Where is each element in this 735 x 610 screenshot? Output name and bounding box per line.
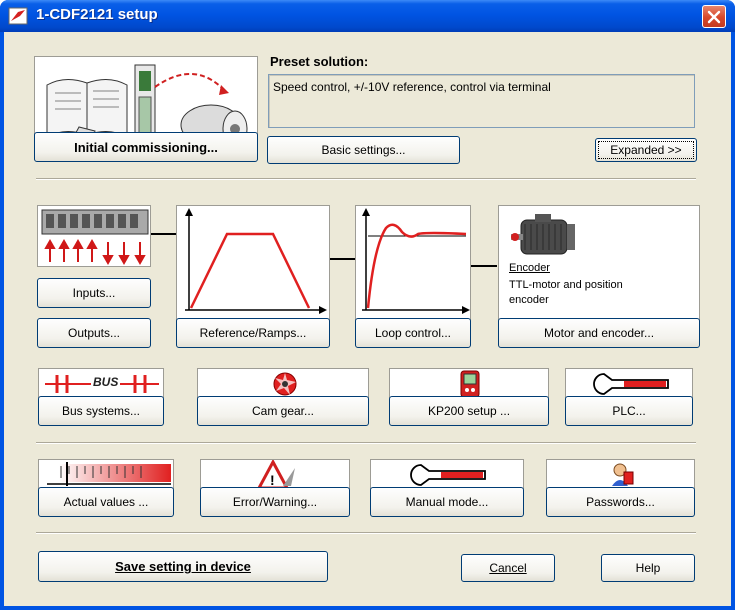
- error-warning-button[interactable]: Error/Warning...: [200, 487, 350, 517]
- cam-gear-image[interactable]: [197, 368, 369, 398]
- keypad-icon: [460, 370, 480, 397]
- bus-icon-text: BUS: [91, 375, 121, 389]
- plc-button[interactable]: PLC...: [565, 396, 693, 426]
- manual-mode-image[interactable]: [370, 459, 524, 489]
- close-button[interactable]: [702, 5, 726, 28]
- motor-encoder-image[interactable]: Encoder TTL-motor and position encoder: [498, 205, 700, 321]
- close-icon: [707, 10, 721, 23]
- cam-gear-button[interactable]: Cam gear...: [197, 396, 369, 426]
- cam-gear-icon: [273, 372, 297, 396]
- motor-encoder-button[interactable]: Motor and encoder...: [498, 318, 700, 348]
- svg-text:!: !: [270, 472, 275, 488]
- window-title: 1-CDF2121 setup: [36, 6, 158, 23]
- basic-settings-button[interactable]: Basic settings...: [267, 136, 460, 164]
- encoder-description: TTL-motor and position encoder: [509, 279, 623, 306]
- preset-solution-field: Speed control, +/-10V reference, control…: [268, 74, 695, 128]
- help-label: Help: [635, 561, 661, 575]
- kp200-setup-button[interactable]: KP200 setup ...: [389, 396, 549, 426]
- save-setting-label: Save setting in device: [115, 559, 251, 574]
- save-setting-button[interactable]: Save setting in device: [38, 551, 328, 582]
- preset-solution-label: Preset solution:: [270, 54, 369, 69]
- loop-control-graph[interactable]: [355, 205, 471, 321]
- connector-line: [151, 233, 177, 235]
- connector-line: [471, 265, 497, 267]
- ramp-chart-icon: [185, 208, 327, 314]
- user-key-icon: [612, 463, 634, 486]
- separator-top: [36, 178, 696, 180]
- reference-ramps-button[interactable]: Reference/Ramps...: [176, 318, 330, 348]
- title-bar[interactable]: 1-CDF2121 setup: [0, 0, 735, 32]
- terminal-block-icon: [41, 209, 149, 266]
- meter-icon: [47, 462, 171, 486]
- step-response-icon: [362, 208, 470, 314]
- encoder-title: Encoder: [509, 262, 550, 274]
- bus-systems-button[interactable]: Bus systems...: [38, 396, 164, 426]
- ramp-graph[interactable]: [176, 205, 330, 321]
- dialog-client-area: Initial commissioning... Preset solution…: [4, 32, 731, 606]
- wrench-icon: [593, 373, 669, 395]
- setup-window: 1-CDF2121 setup Initial commissioning...…: [0, 0, 735, 610]
- initial-commissioning-button[interactable]: Initial commissioning...: [34, 132, 258, 162]
- passwords-image[interactable]: [546, 459, 695, 489]
- app-icon: [8, 7, 28, 25]
- manual-mode-button[interactable]: Manual mode...: [370, 487, 524, 517]
- error-warning-image[interactable]: !: [200, 459, 350, 489]
- cancel-label: Cancel: [489, 561, 527, 575]
- warning-icon: !: [257, 460, 295, 488]
- cancel-button[interactable]: Cancel: [461, 554, 555, 582]
- outputs-button[interactable]: Outputs...: [37, 318, 151, 348]
- inputs-button[interactable]: Inputs...: [37, 278, 151, 308]
- help-button[interactable]: Help: [601, 554, 695, 582]
- loop-control-button[interactable]: Loop control...: [355, 318, 471, 348]
- expanded-button[interactable]: Expanded >>: [595, 138, 697, 162]
- separator-middle: [36, 442, 696, 444]
- connector-line: [330, 258, 356, 260]
- separator-bottom: [36, 532, 696, 534]
- actual-values-image[interactable]: [38, 459, 174, 489]
- inputs-image[interactable]: [37, 205, 151, 267]
- actual-values-button[interactable]: Actual values ...: [38, 487, 174, 517]
- wrench-icon: [410, 464, 486, 486]
- passwords-button[interactable]: Passwords...: [546, 487, 695, 517]
- kp200-image[interactable]: [389, 368, 549, 398]
- motor-icon: [511, 214, 575, 255]
- plc-image[interactable]: [565, 368, 693, 398]
- bus-image[interactable]: BUS: [38, 368, 164, 398]
